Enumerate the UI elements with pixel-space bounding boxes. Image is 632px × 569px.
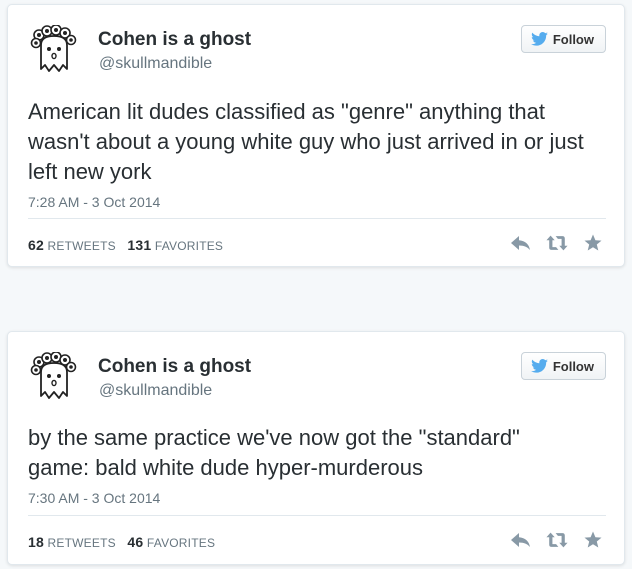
divider bbox=[28, 515, 606, 516]
retweets-count: 62 bbox=[28, 237, 44, 253]
favorites-stat[interactable]: 46 FAVORITES bbox=[127, 534, 216, 550]
favorites-label: FAVORITES bbox=[154, 239, 224, 253]
follow-button[interactable]: Follow bbox=[520, 25, 606, 53]
follow-button[interactable]: Follow bbox=[520, 352, 606, 380]
follow-label: Follow bbox=[552, 31, 594, 47]
avatar[interactable] bbox=[30, 25, 78, 79]
tweet-card: Cohen is a ghost @skullmandible Follow b… bbox=[7, 331, 625, 565]
tweet-actions bbox=[510, 531, 604, 549]
tweet-timestamp[interactable]: 7:28 AM - 3 Oct 2014 bbox=[28, 194, 160, 210]
twitter-bird-icon bbox=[530, 359, 548, 373]
reply-icon[interactable] bbox=[510, 531, 532, 549]
retweets-stat[interactable]: 62 RETWEETS bbox=[28, 237, 116, 253]
twitter-bird-icon bbox=[530, 32, 548, 46]
tweet-stats: 62 RETWEETS 131 FAVORITES bbox=[28, 237, 223, 253]
favorites-label: FAVORITES bbox=[146, 536, 216, 550]
retweets-label: RETWEETS bbox=[47, 239, 116, 253]
retweet-icon[interactable] bbox=[546, 234, 568, 252]
display-name[interactable]: Cohen is a ghost bbox=[98, 29, 251, 51]
reply-icon[interactable] bbox=[510, 234, 532, 252]
retweet-icon[interactable] bbox=[546, 531, 568, 549]
tweet-text: by the same practice we've now got the "… bbox=[28, 425, 520, 480]
tweet-text: American lit dudes classified as "genre"… bbox=[28, 99, 584, 184]
retweets-count: 18 bbox=[28, 534, 44, 550]
user-handle[interactable]: @skullmandible bbox=[99, 382, 212, 400]
tweet-stats: 18 RETWEETS 46 FAVORITES bbox=[28, 534, 215, 550]
follow-label: Follow bbox=[552, 358, 594, 374]
divider bbox=[28, 218, 606, 219]
favorite-star-icon[interactable] bbox=[582, 531, 604, 549]
favorites-count: 46 bbox=[127, 534, 144, 550]
display-name[interactable]: Cohen is a ghost bbox=[98, 356, 251, 378]
tweet-card: Cohen is a ghost @skullmandible Follow A… bbox=[7, 4, 625, 267]
avatar[interactable] bbox=[30, 352, 78, 406]
tweet-timestamp[interactable]: 7:30 AM - 3 Oct 2014 bbox=[28, 490, 160, 506]
favorites-stat[interactable]: 131 FAVORITES bbox=[127, 237, 224, 253]
user-handle[interactable]: @skullmandible bbox=[99, 55, 212, 73]
retweets-stat[interactable]: 18 RETWEETS bbox=[28, 534, 116, 550]
favorites-count: 131 bbox=[127, 237, 152, 253]
favorite-star-icon[interactable] bbox=[582, 234, 604, 252]
retweets-label: RETWEETS bbox=[47, 536, 116, 550]
tweet-actions bbox=[510, 234, 604, 252]
